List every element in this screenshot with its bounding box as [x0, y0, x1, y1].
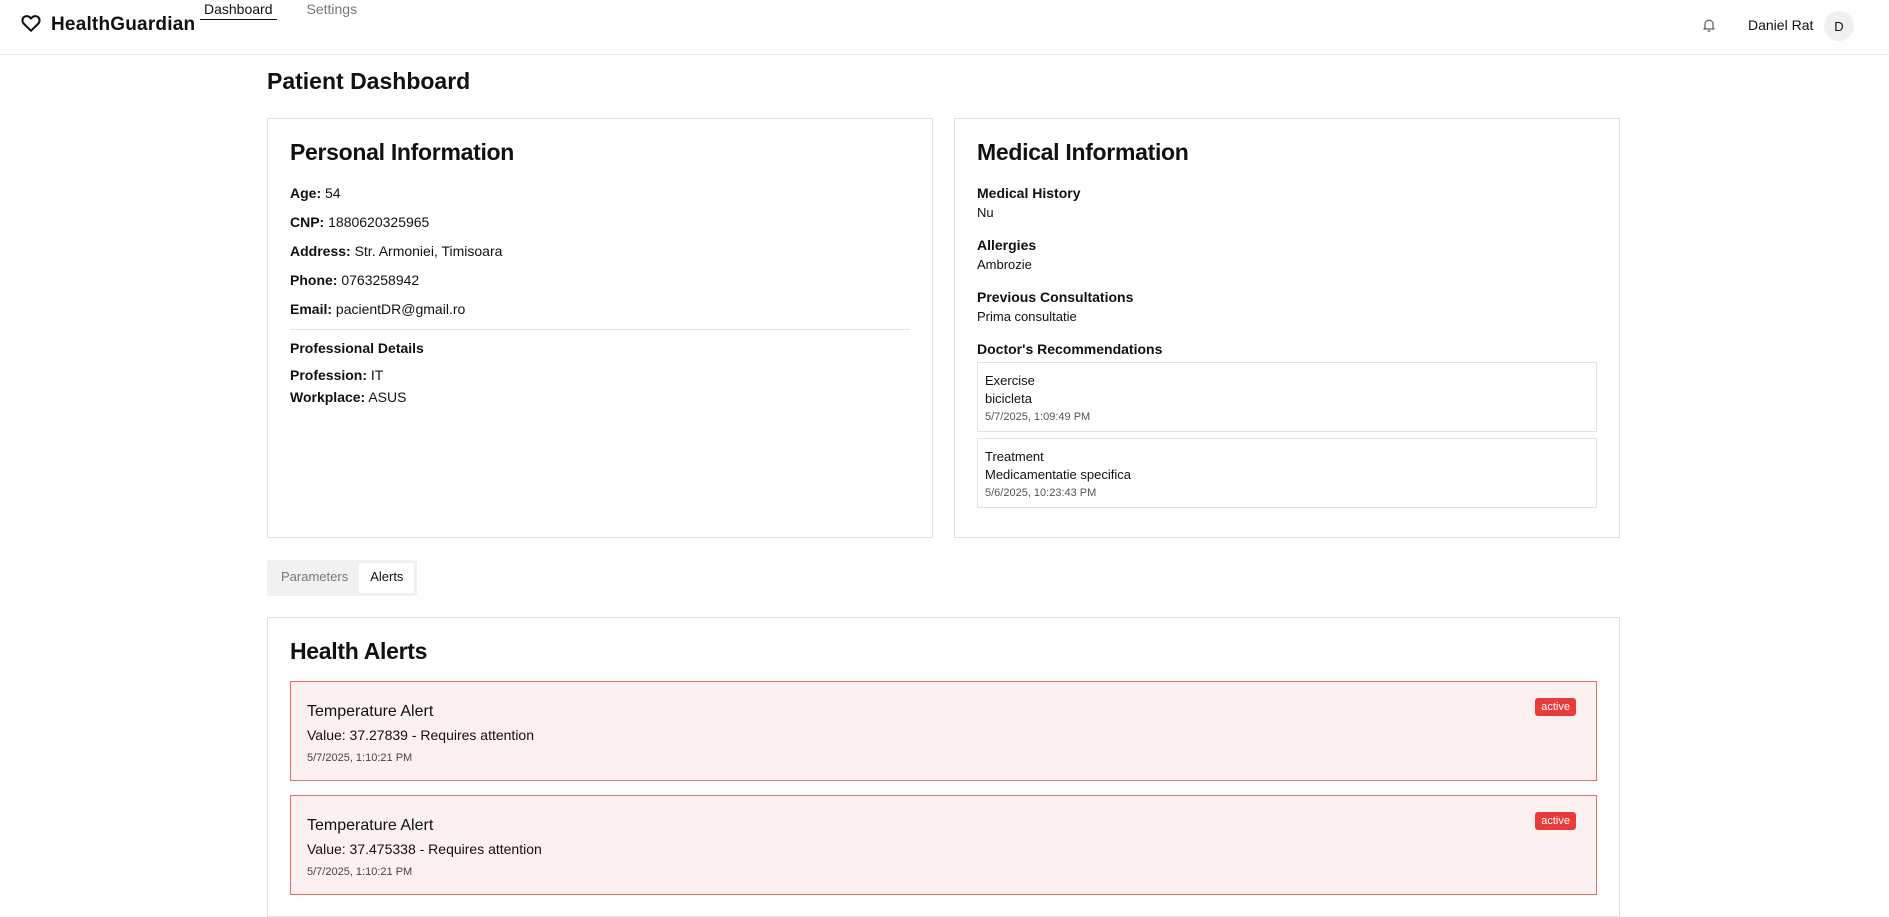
field-age: Age: 54 — [290, 184, 910, 202]
medical-information-card: Medical Information Medical History Nu A… — [954, 118, 1620, 538]
field-label: Workplace: — [290, 389, 366, 405]
field-label: Age: — [290, 185, 322, 201]
recommendation-date: 5/6/2025, 10:23:43 PM — [985, 487, 1097, 499]
field-email: Email: pacientDR@gmail.ro — [290, 300, 910, 318]
heart-icon — [20, 12, 42, 39]
status-badge: active — [1535, 698, 1576, 716]
divider — [290, 329, 910, 330]
medical-sections: Medical History Nu Allergies Ambrozie Pr… — [977, 184, 1597, 508]
tab-parameters[interactable]: Parameters — [270, 563, 359, 593]
alert-value: Value: 37.475338 - Requires attention — [307, 841, 542, 857]
alert-value: Value: 37.27839 - Requires attention — [307, 727, 535, 743]
health-alerts-title: Health Alerts — [290, 638, 428, 664]
allergies: Allergies Ambrozie — [977, 236, 1597, 274]
field-profession: Profession: IT — [290, 366, 910, 384]
main-nav: Dashboard Settings — [200, 0, 387, 20]
field-value: IT — [370, 367, 384, 383]
field-label: Address: — [290, 243, 351, 259]
recommendation-item: Treatment Medicamentatie specifica 5/6/2… — [977, 438, 1597, 508]
field-label: Profession: — [290, 367, 368, 383]
alert-item[interactable]: Temperature Alert Value: 37.475338 - Req… — [290, 795, 1597, 895]
personal-fields: Age: 54 CNP: 1880620325965 Address: Str.… — [290, 184, 910, 318]
recommendation-text: bicicleta — [985, 391, 1032, 406]
section-value: Ambrozie — [977, 257, 1032, 272]
recommendation-text: Medicamentatie specifica — [985, 467, 1131, 482]
doctors-recommendations-title: Doctor's Recommendations — [977, 341, 1163, 357]
previous-consultations: Previous Consultations Prima consultatie — [977, 288, 1597, 326]
field-cnp: CNP: 1880620325965 — [290, 213, 910, 231]
alert-title: Temperature Alert — [307, 817, 434, 834]
recommendation-type: Exercise — [985, 373, 1035, 388]
recommendation-date: 5/7/2025, 1:09:49 PM — [985, 411, 1091, 423]
field-value: 0763258942 — [341, 272, 420, 288]
field-phone: Phone: 0763258942 — [290, 271, 910, 289]
professional-details-title: Professional Details — [290, 340, 424, 356]
field-label: Phone: — [290, 272, 338, 288]
nav-settings[interactable]: Settings — [303, 0, 362, 20]
medical-information-title: Medical Information — [977, 139, 1189, 165]
field-address: Address: Str. Armoniei, Timisoara — [290, 242, 910, 260]
section-label: Previous Consultations — [977, 289, 1134, 305]
section-label: Allergies — [977, 237, 1037, 253]
tab-alerts[interactable]: Alerts — [359, 563, 415, 593]
field-value: 54 — [325, 185, 341, 201]
recommendation-type: Treatment — [985, 449, 1044, 464]
section-value: Prima consultatie — [977, 309, 1077, 324]
app-name: HealthGuardian — [51, 14, 196, 35]
field-value: 1880620325965 — [328, 214, 430, 230]
section-label: Medical History — [977, 185, 1081, 201]
alert-date: 5/7/2025, 1:10:21 PM — [307, 866, 413, 878]
brand[interactable]: HealthGuardian — [20, 12, 195, 38]
alert-title: Temperature Alert — [307, 703, 434, 720]
personal-information-title: Personal Information — [290, 139, 515, 165]
avatar-initial: D — [1834, 18, 1844, 34]
status-badge: active — [1535, 812, 1576, 830]
user-name: Daniel Rat — [1748, 17, 1814, 33]
personal-information-card: Personal Information Age: 54 CNP: 188062… — [267, 118, 933, 538]
recommendation-item: Exercise bicicleta 5/7/2025, 1:09:49 PM — [977, 362, 1597, 432]
bell-icon[interactable] — [1701, 17, 1717, 33]
field-label: CNP: — [290, 214, 325, 230]
field-label: Email: — [290, 301, 333, 317]
field-value: Str. Armoniei, Timisoara — [354, 243, 503, 259]
page-title: Patient Dashboard — [267, 68, 471, 94]
field-value: pacientDR@gmail.ro — [335, 301, 466, 317]
alert-item[interactable]: Temperature Alert Value: 37.27839 - Requ… — [290, 681, 1597, 781]
avatar[interactable]: D — [1824, 11, 1854, 41]
view-tabs: Parameters Alerts — [267, 560, 418, 596]
medical-history: Medical History Nu — [977, 184, 1597, 222]
section-value: Nu — [977, 205, 994, 220]
field-workplace: Workplace: ASUS — [290, 388, 910, 406]
nav-dashboard[interactable]: Dashboard — [200, 0, 277, 20]
health-alerts-card: Health Alerts Temperature Alert Value: 3… — [267, 617, 1620, 917]
top-header: HealthGuardian Dashboard Settings Daniel… — [0, 0, 1889, 55]
alert-date: 5/7/2025, 1:10:21 PM — [307, 752, 413, 764]
field-value: ASUS — [368, 389, 407, 405]
